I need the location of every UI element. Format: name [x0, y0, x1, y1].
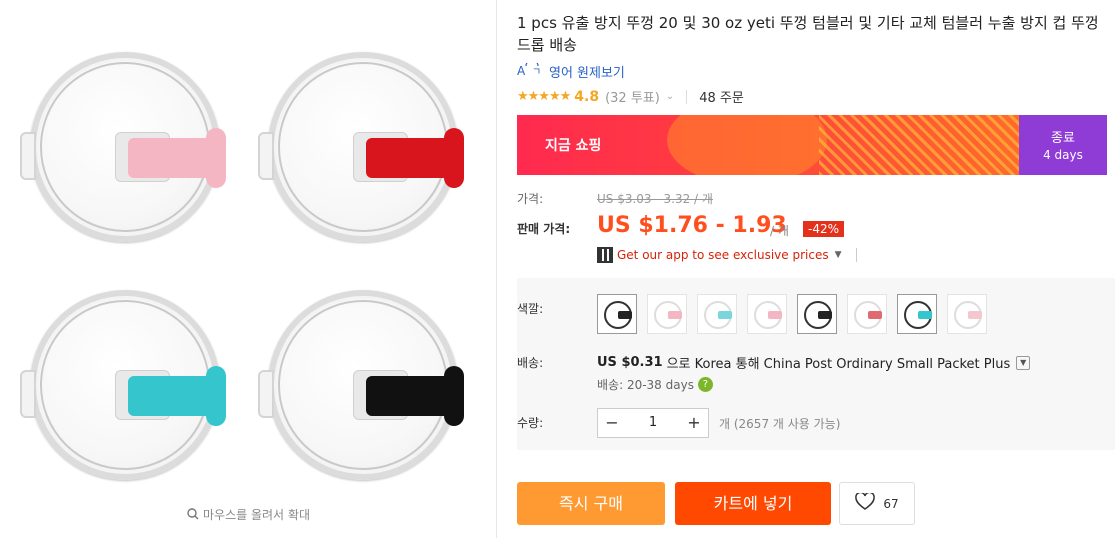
- lid-image-red[interactable]: [258, 40, 468, 250]
- delivery-text: 배송: 20-38 days: [597, 378, 694, 392]
- promo-banner-label: 지금 쇼핑: [545, 138, 602, 154]
- color-swatch[interactable]: [847, 294, 887, 334]
- shipping-method: 으로 Korea 통해 China Post Ordinary Small Pa…: [666, 357, 1011, 372]
- add-to-cart-button[interactable]: 카트에 넣기: [675, 482, 831, 525]
- qr-code-icon: [597, 247, 613, 263]
- lid-image-teal[interactable]: [20, 278, 230, 488]
- list-price-label: 가격:: [517, 192, 544, 206]
- chevron-down-icon[interactable]: ⌄: [666, 91, 674, 102]
- translate-icon: Aㄱ: [517, 58, 543, 81]
- increase-button[interactable]: +: [680, 409, 708, 437]
- color-swatches: [597, 294, 987, 334]
- quantity-value[interactable]: 1: [626, 409, 680, 437]
- shipping-price: US $0.31: [597, 355, 663, 370]
- color-swatch[interactable]: [697, 294, 737, 334]
- product-gallery[interactable]: 마우스를 올려서 확대: [0, 0, 497, 538]
- buy-now-button[interactable]: 즉시 구매: [517, 482, 665, 525]
- chevron-down-icon[interactable]: ▼: [1016, 355, 1031, 370]
- delivery-estimate: 배송: 20-38 days ?: [597, 376, 713, 393]
- lid-slider: [366, 366, 464, 426]
- sale-price: US $1.76 - 1.93: [597, 213, 787, 238]
- magnifier-icon: [187, 508, 199, 523]
- heart-icon: [855, 491, 876, 514]
- promo-ends-label: 종료: [1051, 131, 1075, 146]
- discount-badge: -42%: [803, 221, 845, 237]
- divider: [855, 248, 857, 262]
- color-swatch[interactable]: [797, 294, 837, 334]
- caret-down-icon[interactable]: ▼: [835, 250, 842, 260]
- rating-stars: ★★★★★: [517, 89, 571, 104]
- app-price-link[interactable]: Get our app to see exclusive prices ▼: [597, 247, 857, 263]
- product-info-panel: 1 pcs 유출 방지 뚜껑 20 및 30 oz yeti 뚜껑 텀블러 및 …: [517, 0, 1115, 538]
- wishlist-button[interactable]: 67: [839, 482, 915, 525]
- decrease-button[interactable]: −: [598, 409, 626, 437]
- zoom-hint: 마우스를 올려서 확대: [0, 506, 497, 523]
- color-label: 색깔:: [517, 302, 544, 316]
- color-swatch[interactable]: [947, 294, 987, 334]
- promo-banner[interactable]: 지금 쇼핑: [517, 115, 1019, 175]
- lid-image-pink[interactable]: [20, 40, 230, 250]
- svg-text:A: A: [517, 64, 526, 77]
- app-price-link-text[interactable]: Get our app to see exclusive prices: [617, 248, 829, 262]
- lid-slider: [128, 366, 226, 426]
- svg-text:ㄱ: ㄱ: [532, 67, 541, 77]
- color-swatch[interactable]: [747, 294, 787, 334]
- translate-link-text[interactable]: 영어 원제보기: [549, 62, 625, 81]
- product-title: 1 pcs 유출 방지 뚜껑 20 및 30 oz yeti 뚜껑 텀블러 및 …: [517, 14, 1099, 54]
- sale-price-label: 판매 가격:: [517, 222, 571, 236]
- price-unit: / 개: [770, 224, 789, 238]
- quantity-label: 수량:: [517, 416, 544, 430]
- shipping-option[interactable]: US $0.31 으로 Korea 통해 China Post Ordinary…: [597, 353, 1031, 372]
- quantity-stepper: − 1 +: [597, 408, 709, 438]
- color-swatch[interactable]: [897, 294, 937, 334]
- translate-link[interactable]: Aㄱ 영어 원제보기: [517, 58, 625, 81]
- lid-slider: [128, 128, 226, 188]
- list-price: US $3.03 - 3.32 / 개: [597, 192, 713, 206]
- rating-row: ★★★★★ 4.8 (32 투표) ⌄ 48 주문: [517, 87, 744, 107]
- divider: [686, 89, 688, 104]
- stock-availability: 개 (2657 개 사용 가능): [719, 417, 841, 431]
- help-icon[interactable]: ?: [697, 377, 713, 392]
- zoom-hint-text: 마우스를 올려서 확대: [203, 508, 310, 522]
- lid-image-black[interactable]: [258, 278, 468, 488]
- lid-slider: [366, 128, 464, 188]
- order-count: 48 주문: [699, 91, 744, 106]
- wishlist-count: 67: [883, 496, 899, 511]
- rating-score: 4.8: [574, 88, 600, 105]
- shipping-label: 배송:: [517, 356, 544, 370]
- promo-ends-days: 4 days: [1043, 148, 1083, 162]
- color-swatch[interactable]: [597, 294, 637, 334]
- promo-countdown: 종료 4 days: [1019, 115, 1107, 175]
- color-swatch[interactable]: [647, 294, 687, 334]
- review-count[interactable]: (32 투표): [605, 87, 660, 106]
